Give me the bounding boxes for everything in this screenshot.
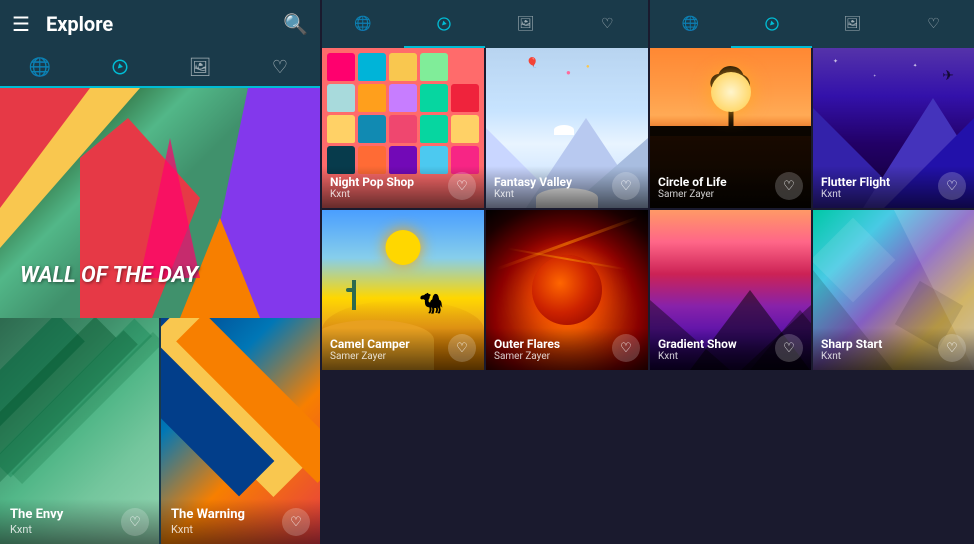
tab-globe[interactable]: 🌐 xyxy=(0,48,80,86)
heart-btn-flutter[interactable]: ♡ xyxy=(938,172,966,200)
wallpaper-text-gradient: Gradient Show Kxnt xyxy=(658,337,737,362)
card-fantasy-valley[interactable]: 🎈 ● ● Fantasy Valley Kxnt ♡ xyxy=(486,48,648,208)
bottom-cards: The Envy Kxnt ♡ The Warning Kxnt ♡ xyxy=(0,318,320,544)
wallpaper-text-fantasy: Fantasy Valley Kxnt xyxy=(494,175,572,200)
app-title: Explore xyxy=(46,12,283,36)
card-circle-of-life[interactable]: 🌳 Circle of Life Samer Zayer ♡ xyxy=(650,48,811,208)
search-icon[interactable]: 🔍 xyxy=(283,12,308,36)
wallpaper-text-camel: Camel Camper Samer Zayer xyxy=(330,337,410,362)
right-wallpaper-grid: 🌳 Circle of Life Samer Zayer ♡ ✈ xyxy=(650,48,974,370)
wallpaper-text-sharp: Sharp Start Kxnt xyxy=(821,337,882,362)
middle-tab-image[interactable]: 🖼 xyxy=(485,0,567,48)
card-outer-flares[interactable]: Outer Flares Samer Zayer ♡ xyxy=(486,210,648,370)
right-header: 🌐 🖼 ♡ xyxy=(650,0,974,48)
right-tab-globe[interactable]: 🌐 xyxy=(650,0,731,48)
heart-btn-camel[interactable]: ♡ xyxy=(448,334,476,362)
heart-btn-fantasy[interactable]: ♡ xyxy=(612,172,640,200)
wallpaper-info-gradient: Gradient Show Kxnt ♡ xyxy=(650,328,811,370)
hamburger-icon[interactable]: ☰ xyxy=(12,12,30,36)
card-label-warning: The Warning Kxnt ♡ xyxy=(161,499,320,544)
middle-header: 🌐 🖼 ♡ xyxy=(322,0,648,48)
wallpaper-info-outer: Outer Flares Samer Zayer ♡ xyxy=(486,328,648,370)
wallpaper-text-night-pop: Night Pop Shop Kxnt xyxy=(330,175,414,200)
right-tab-image[interactable]: 🖼 xyxy=(812,0,893,48)
tab-compass[interactable] xyxy=(80,48,160,86)
card-label-envy: The Envy Kxnt ♡ xyxy=(0,499,159,544)
heart-btn-outer[interactable]: ♡ xyxy=(612,334,640,362)
card-the-warning[interactable]: The Warning Kxnt ♡ xyxy=(161,318,320,544)
wallpaper-info-camel: Camel Camper Samer Zayer ♡ xyxy=(322,328,484,370)
wallpaper-text-outer: Outer Flares Samer Zayer xyxy=(494,337,560,362)
heart-btn-night-pop[interactable]: ♡ xyxy=(448,172,476,200)
card-night-pop-shop[interactable]: Night Pop Shop Kxnt ♡ xyxy=(322,48,484,208)
wall-of-day-label: WALL OF THE DAY xyxy=(20,263,198,288)
wallpaper-info-sharp: Sharp Start Kxnt ♡ xyxy=(813,328,974,370)
card-flutter-flight[interactable]: ✈ ✦ ✦ ✦ Flutter Flight Kxnt ♡ xyxy=(813,48,974,208)
wallpaper-info-fantasy: Fantasy Valley Kxnt ♡ xyxy=(486,166,648,208)
middle-panel: 🌐 🖼 ♡ xyxy=(322,0,648,544)
right-tab-heart[interactable]: ♡ xyxy=(893,0,974,48)
middle-tab-compass[interactable] xyxy=(404,0,486,48)
heart-btn-gradient[interactable]: ♡ xyxy=(775,334,803,362)
tab-heart[interactable]: ♡ xyxy=(240,48,320,86)
middle-tab-globe[interactable]: 🌐 xyxy=(322,0,404,48)
wallpaper-text-circle: Circle of Life Samer Zayer xyxy=(658,175,727,200)
wallpaper-info-circle: Circle of Life Samer Zayer ♡ xyxy=(650,166,811,208)
left-header: ☰ Explore 🔍 xyxy=(0,0,320,48)
right-tab-compass[interactable] xyxy=(731,0,812,48)
wallpaper-text-flutter: Flutter Flight Kxnt xyxy=(821,175,890,200)
red-triangle xyxy=(0,88,90,208)
tab-image[interactable]: 🖼 xyxy=(160,48,240,86)
card-the-envy[interactable]: The Envy Kxnt ♡ xyxy=(0,318,159,544)
wallpaper-info-flutter: Flutter Flight Kxnt ♡ xyxy=(813,166,974,208)
heart-btn-envy[interactable]: ♡ xyxy=(121,508,149,536)
left-panel: ☰ Explore 🔍 🌐 🖼 ♡ WALL OF THE DAY xyxy=(0,0,320,544)
card-camel-camper[interactable]: 🐪 Camel Camper Samer Zayer ♡ xyxy=(322,210,484,370)
middle-tab-heart[interactable]: ♡ xyxy=(567,0,649,48)
card-text-warning: The Warning Kxnt xyxy=(171,507,245,536)
card-sharp-start[interactable]: Sharp Start Kxnt ♡ xyxy=(813,210,974,370)
card-gradient-show[interactable]: Gradient Show Kxnt ♡ xyxy=(650,210,811,370)
heart-btn-warning[interactable]: ♡ xyxy=(282,508,310,536)
middle-wallpaper-grid: Night Pop Shop Kxnt ♡ 🎈 ● ● xyxy=(322,48,648,370)
wall-of-day[interactable]: WALL OF THE DAY xyxy=(0,88,320,318)
heart-btn-sharp[interactable]: ♡ xyxy=(938,334,966,362)
card-text-envy: The Envy Kxnt xyxy=(10,507,63,536)
heart-btn-circle[interactable]: ♡ xyxy=(775,172,803,200)
right-panel: 🌐 🖼 ♡ 🌳 xyxy=(650,0,974,544)
left-nav-tabs: 🌐 🖼 ♡ xyxy=(0,48,320,88)
wallpaper-info-night-pop: Night Pop Shop Kxnt ♡ xyxy=(322,166,484,208)
